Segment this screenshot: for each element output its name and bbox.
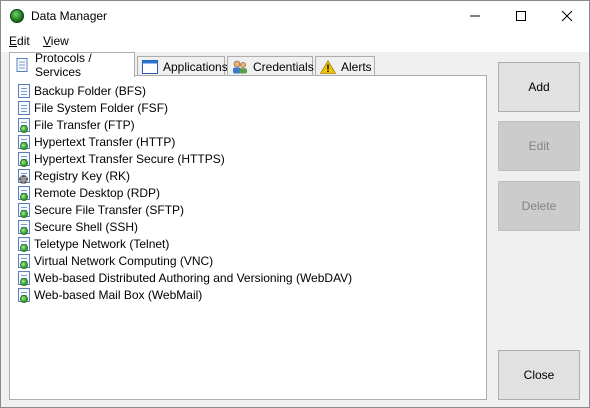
gear-document-icon	[18, 168, 30, 184]
close-window-button[interactable]	[544, 1, 590, 31]
list-item[interactable]: Virtual Network Computing (VNC)	[18, 252, 352, 269]
list-item-label: Virtual Network Computing (VNC)	[34, 253, 214, 268]
close-button[interactable]: Close	[498, 350, 580, 400]
close-icon	[561, 10, 573, 22]
globe-document-icon	[18, 151, 30, 167]
list-item-label: Hypertext Transfer (HTTP)	[34, 134, 176, 149]
globe-document-icon	[18, 219, 30, 235]
globe-document-icon	[18, 202, 30, 218]
protocols-list-panel: Backup Folder (BFS) File System Folder (…	[9, 75, 487, 400]
tab-label: Protocols / Services	[35, 51, 92, 79]
warning-icon	[320, 59, 336, 74]
list-item[interactable]: Remote Desktop (RDP)	[18, 184, 352, 201]
menu-edit-accel: E	[9, 34, 18, 48]
tab-strip: Protocols / Services Applications Creden…	[9, 51, 489, 79]
add-button[interactable]: Add	[498, 62, 580, 112]
tab-label: Applications	[163, 59, 228, 74]
list-item[interactable]: Secure Shell (SSH)	[18, 218, 352, 235]
list-item[interactable]: File Transfer (FTP)	[18, 116, 352, 133]
tab-label: Alerts	[341, 59, 372, 74]
edit-button[interactable]: Edit	[498, 121, 580, 171]
tab-protocols-services[interactable]: Protocols / Services	[9, 51, 135, 79]
minimize-button[interactable]	[452, 1, 498, 31]
list-item-label: Web-based Distributed Authoring and Vers…	[34, 270, 353, 285]
list-item-label: File System Folder (FSF)	[34, 100, 169, 115]
menu-view[interactable]: View	[43, 34, 69, 48]
maximize-button[interactable]	[498, 1, 544, 31]
menu-edit-label: dit	[17, 34, 30, 48]
tab-label: Credentials	[253, 59, 314, 74]
list-item[interactable]: Teletype Network (Telnet)	[18, 235, 352, 252]
list-item-label: File Transfer (FTP)	[34, 117, 135, 132]
list-item[interactable]: Hypertext Transfer Secure (HTTPS)	[18, 150, 352, 167]
app-icon	[10, 9, 24, 23]
list-item[interactable]: Secure File Transfer (SFTP)	[18, 201, 352, 218]
document-icon	[18, 83, 30, 98]
list-item[interactable]: Backup Folder (BFS)	[18, 82, 352, 99]
list-item[interactable]: Web-based Distributed Authoring and Vers…	[18, 269, 352, 286]
protocols-list: Backup Folder (BFS) File System Folder (…	[18, 82, 352, 303]
tab-alerts[interactable]: Alerts	[315, 56, 375, 76]
tab-applications[interactable]: Applications	[137, 56, 228, 76]
list-item-label: Teletype Network (Telnet)	[34, 236, 170, 251]
menu-view-accel: V	[43, 34, 51, 48]
menu-view-label: iew	[50, 34, 69, 48]
globe-document-icon	[18, 270, 30, 286]
data-manager-window: Data Manager Edit View Protocols / Servi…	[0, 0, 590, 408]
list-item-label: Web-based Mail Box (WebMail)	[34, 287, 203, 302]
list-item[interactable]: File System Folder (FSF)	[18, 99, 352, 116]
document-icon	[16, 58, 28, 72]
list-item-label: Hypertext Transfer Secure (HTTPS)	[34, 151, 225, 166]
menu-edit[interactable]: Edit	[9, 34, 30, 48]
title-bar[interactable]: Data Manager	[1, 1, 589, 31]
menu-bar: Edit View	[1, 31, 589, 52]
list-item-label: Secure File Transfer (SFTP)	[34, 202, 185, 217]
list-item[interactable]: Hypertext Transfer (HTTP)	[18, 133, 352, 150]
tab-credentials[interactable]: Credentials	[227, 56, 314, 76]
globe-document-icon	[18, 134, 30, 150]
globe-document-icon	[18, 253, 30, 269]
globe-document-icon	[18, 287, 30, 303]
globe-document-icon	[18, 117, 30, 133]
globe-document-icon	[18, 236, 30, 252]
globe-document-icon	[18, 185, 30, 201]
document-icon	[18, 100, 30, 115]
users-icon	[233, 60, 247, 73]
delete-button[interactable]: Delete	[498, 181, 580, 231]
maximize-icon	[516, 11, 526, 21]
list-item[interactable]: Web-based Mail Box (WebMail)	[18, 286, 352, 303]
list-item-label: Secure Shell (SSH)	[34, 219, 139, 234]
window-icon	[142, 59, 158, 74]
list-item-label: Remote Desktop (RDP)	[34, 185, 161, 200]
list-item-label: Registry Key (RK)	[34, 168, 131, 183]
minimize-icon	[470, 15, 480, 17]
list-item-label: Backup Folder (BFS)	[34, 83, 147, 98]
window-title: Data Manager	[31, 9, 108, 23]
list-item[interactable]: Registry Key (RK)	[18, 167, 352, 184]
